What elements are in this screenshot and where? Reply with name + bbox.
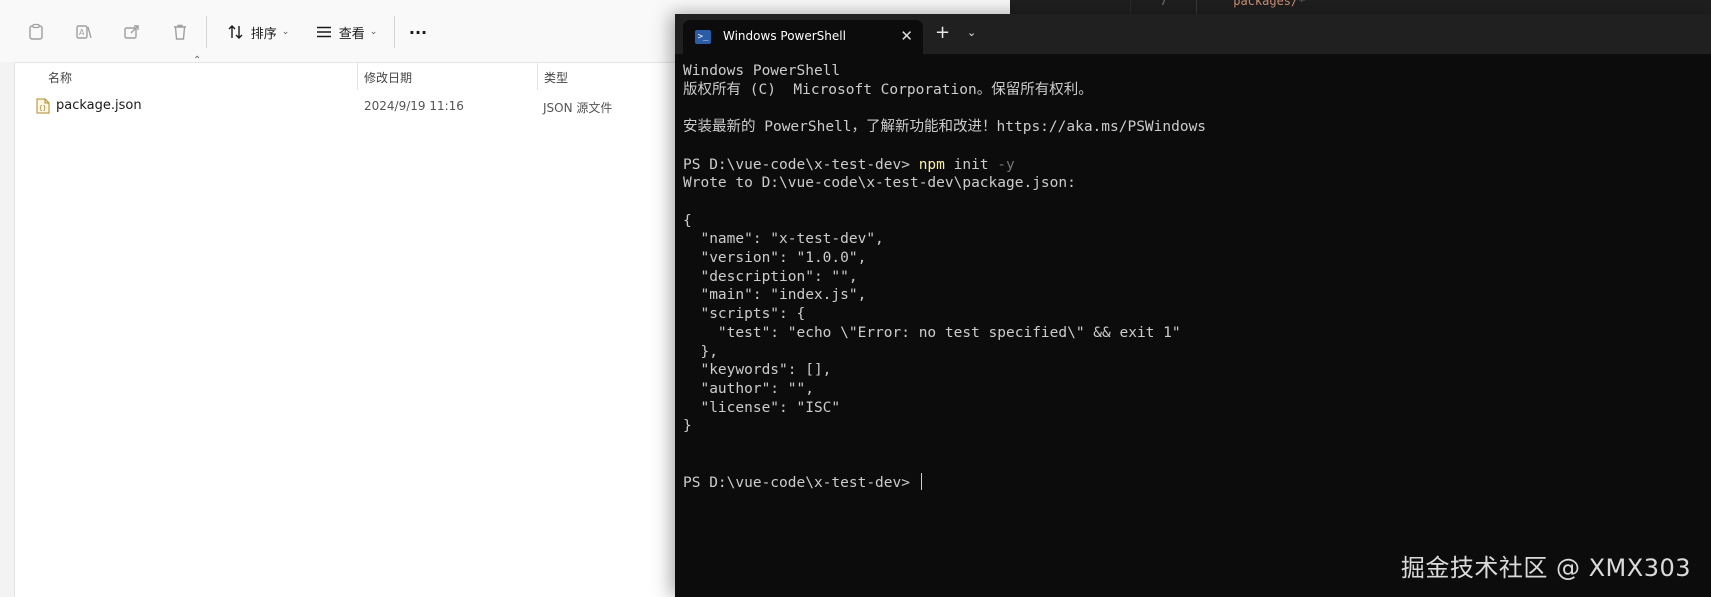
svg-text:{}: {}	[39, 105, 46, 112]
json-line: "license": "ISC"	[683, 399, 841, 416]
json-line: "main": "index.js",	[683, 287, 867, 304]
json-line: "author": "",	[683, 380, 814, 397]
file-name: package.json	[56, 98, 142, 113]
column-header-name[interactable]: 名称	[48, 62, 348, 92]
rename-button[interactable]: A	[68, 16, 100, 48]
delete-button[interactable]	[164, 16, 196, 48]
paste-icon	[29, 23, 43, 40]
sort-icon	[228, 25, 243, 39]
sort-label: 排序	[250, 26, 277, 42]
view-button[interactable]: 查看 ⌄	[308, 16, 384, 48]
chevron-down-icon: ⌄	[281, 27, 290, 37]
toolbar-divider	[394, 16, 395, 48]
view-label: 查看	[338, 26, 365, 42]
toolbar-divider	[206, 16, 207, 48]
background-code-editor: 7 "packages/*"	[1010, 0, 1711, 14]
prompt: PS D:\vue-code\x-test-dev>	[683, 156, 919, 173]
windows-terminal: >_ Windows PowerShell ✕ + ⌄ Windows Powe…	[675, 14, 1711, 597]
json-line: "name": "x-test-dev",	[683, 231, 884, 248]
json-line: }	[683, 418, 692, 435]
view-list-icon	[316, 26, 331, 38]
more-icon: ···	[408, 22, 428, 42]
chevron-down-icon: ⌄	[369, 27, 378, 37]
prompt: PS D:\vue-code\x-test-dev>	[683, 475, 919, 492]
command-name: npm	[918, 156, 945, 173]
new-tab-button[interactable]: +	[935, 23, 950, 43]
share-button[interactable]	[116, 16, 148, 48]
close-icon[interactable]: ✕	[900, 27, 913, 45]
json-line: "keywords": [],	[683, 362, 832, 379]
json-line: },	[683, 343, 718, 360]
tab-title: Windows PowerShell	[723, 29, 846, 43]
column-header-modified[interactable]: 修改日期	[364, 62, 534, 92]
tab-windows-powershell[interactable]: >_ Windows PowerShell ✕	[683, 20, 923, 54]
column-header-type[interactable]: 类型	[544, 62, 664, 92]
json-line: "version": "1.0.0",	[683, 250, 867, 267]
editor-indent-guide	[1196, 0, 1197, 14]
file-type: JSON 源文件	[543, 101, 613, 115]
json-file-icon: {}	[36, 98, 50, 114]
file-modified-date: 2024/9/19 11:16	[364, 99, 464, 113]
editor-gutter-border	[1130, 0, 1131, 14]
json-line: "scripts": {	[683, 306, 806, 323]
command-flag: -y	[997, 156, 1015, 173]
sort-button[interactable]: 排序 ⌄	[220, 16, 296, 48]
powershell-icon: >_	[695, 30, 711, 44]
text-cursor	[920, 473, 922, 491]
command-args: init	[944, 156, 998, 173]
column-divider[interactable]	[357, 62, 358, 90]
terminal-output[interactable]: Windows PowerShell 版权所有 (C) Microsoft Co…	[683, 62, 1703, 493]
navigation-pane-edge	[0, 62, 15, 597]
rename-icon: A	[76, 25, 92, 39]
json-line: "test": "echo \"Error: no test specified…	[683, 324, 1181, 341]
console-line: Wrote to D:\vue-code\x-test-dev\package.…	[683, 175, 1076, 192]
console-line: 版权所有 (C) Microsoft Corporation。保留所有权利。	[683, 81, 1093, 98]
json-line: {	[683, 212, 692, 229]
column-divider[interactable]	[537, 62, 538, 90]
console-line: 安装最新的 PowerShell，了解新功能和改进！https://aka.ms…	[683, 119, 1207, 136]
more-button[interactable]: ···	[402, 16, 434, 48]
watermark: 掘金技术社区 @ XMX303	[1400, 554, 1691, 582]
editor-code-text: "packages/*"	[1226, 0, 1313, 8]
trash-icon	[174, 24, 186, 40]
chevron-down-icon[interactable]: ⌄	[967, 26, 976, 39]
terminal-tab-bar: >_ Windows PowerShell ✕ + ⌄	[675, 14, 1711, 54]
json-line: "description": "",	[683, 268, 858, 285]
paste-button[interactable]	[20, 16, 52, 48]
editor-line-number: 7	[1160, 0, 1168, 8]
share-icon	[124, 25, 139, 39]
svg-text:A: A	[79, 28, 85, 37]
console-line: Windows PowerShell	[683, 63, 841, 79]
